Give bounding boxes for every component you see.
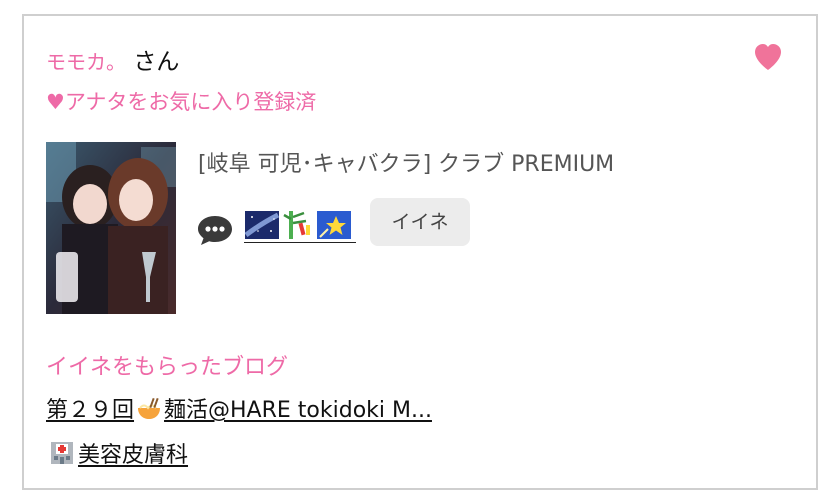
blog-link-1[interactable]: 第２９回 麺活@HARE tokidoki M... <box>46 392 432 427</box>
shop-name[interactable]: [岐阜 可児･キャバクラ] クラブ PREMIUM <box>198 146 614 178</box>
milky-way-icon <box>244 209 280 241</box>
favorite-status-text: アナタをお気に入り登録済 <box>64 90 317 114</box>
cast-photo[interactable] <box>46 142 176 314</box>
blog-link-1-prefix: 第２９回 <box>46 398 135 423</box>
profile-card: モモカ。 さん ♥アナタをお気に入り登録済 [岐阜 可児･キャバクラ] クラブ … <box>22 14 818 490</box>
user-honorific: さん <box>133 49 180 75</box>
blog-link-2-text: 美容皮膚科 <box>78 443 189 468</box>
iine-button[interactable]: イイネ <box>370 198 470 246</box>
liked-blogs-heading: イイネをもらったブログ <box>46 355 289 380</box>
favorite-status: ♥アナタをお気に入り登録済 <box>46 86 316 116</box>
speech-bubble-icon[interactable] <box>196 213 234 247</box>
small-heart-icon: ♥ <box>46 90 65 114</box>
user-nickname: モモカ。 <box>46 50 126 74</box>
hospital-icon <box>48 438 76 472</box>
favorite-heart-icon[interactable] <box>752 41 784 73</box>
reaction-stamps[interactable] <box>244 209 356 243</box>
tanabata-bamboo-icon <box>280 209 316 241</box>
blog-link-2[interactable]: 美容皮膚科 <box>46 437 188 472</box>
shooting-star-icon <box>316 209 352 241</box>
blog-link-1-suffix: 麺活@HARE tokidoki M... <box>164 398 432 423</box>
ramen-bowl-icon <box>136 397 162 427</box>
user-name: モモカ。 さん <box>46 42 179 76</box>
